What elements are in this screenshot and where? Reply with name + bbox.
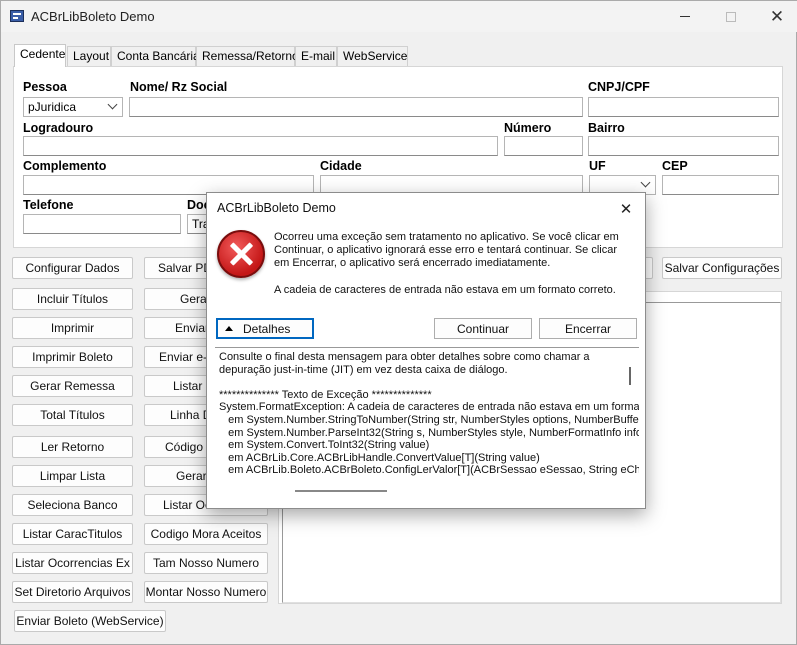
montar-nosso-numero-button[interactable]: Montar Nosso Numero — [144, 581, 268, 603]
tab-conta-bancaria[interactable]: Conta Bancária — [111, 46, 200, 66]
telefone-label: Telefone — [23, 198, 74, 212]
ler-retorno-button[interactable]: Ler Retorno — [12, 436, 133, 458]
numero-field[interactable] — [504, 136, 583, 156]
logradouro-field[interactable] — [23, 136, 498, 156]
seleciona-banco-button[interactable]: Seleciona Banco — [12, 494, 133, 516]
imprimir-boleto-button[interactable]: Imprimir Boleto — [12, 346, 133, 368]
limpar-lista-button[interactable]: Limpar Lista — [12, 465, 133, 487]
maximize-button[interactable] — [708, 1, 754, 32]
exception-dialog: ACBrLibBoleto Demo ✕ Ocorreu uma exceção… — [206, 192, 646, 509]
bairro-label: Bairro — [588, 121, 625, 135]
title-bar: ACBrLibBoleto Demo ✕ — [1, 1, 797, 32]
quit-button[interactable]: Encerrar — [539, 318, 637, 339]
salvar-configuracoes-button[interactable]: Salvar Configurações — [662, 257, 782, 279]
pessoa-value: pJuridica — [28, 100, 77, 114]
chevron-down-icon — [640, 177, 651, 188]
minimize-button[interactable] — [662, 1, 708, 32]
incluir-titulos-button[interactable]: Incluir Títulos — [12, 288, 133, 310]
tab-webservice[interactable]: WebService — [337, 46, 408, 66]
details-textbox[interactable]: Consulte o final desta mensagem para obt… — [215, 347, 639, 486]
close-button[interactable]: ✕ — [754, 1, 797, 32]
chevron-down-icon — [107, 99, 118, 110]
maximize-icon — [726, 11, 736, 22]
error-icon — [217, 230, 265, 278]
imprimir-button[interactable]: Imprimir — [12, 317, 133, 339]
numero-label: Número — [504, 121, 552, 135]
tab-email[interactable]: E-mail — [295, 46, 337, 66]
continue-button[interactable]: Continuar — [434, 318, 532, 339]
dialog-title: ACBrLibBoleto Demo — [217, 201, 336, 215]
dialog-close-button[interactable]: ✕ — [615, 198, 637, 220]
complemento-label: Complemento — [23, 159, 107, 173]
close-icon: ✕ — [619, 201, 633, 218]
pessoa-select[interactable]: pJuridica — [23, 97, 123, 117]
tab-remessa-retorno[interactable]: Remessa/Retorno — [196, 46, 299, 66]
tab-cedente[interactable]: Cedente — [14, 44, 66, 67]
cidade-label: Cidade — [320, 159, 362, 173]
gerar-remessa-button[interactable]: Gerar Remessa — [12, 375, 133, 397]
listar-carac-titulos-button[interactable]: Listar CaracTitulos — [12, 523, 133, 545]
uf-label: UF — [589, 159, 606, 173]
horizontal-scrollbar[interactable] — [295, 490, 387, 492]
listar-ocorrencias-ex-button[interactable]: Listar Ocorrencias Ex — [12, 552, 133, 574]
cnpj-field[interactable] — [588, 97, 779, 117]
details-button[interactable]: Detalhes — [216, 318, 314, 339]
pessoa-label: Pessoa — [23, 80, 67, 94]
total-titulos-button[interactable]: Total Títulos — [12, 404, 133, 426]
tam-nosso-numero-button[interactable]: Tam Nosso Numero — [144, 552, 268, 574]
codigo-mora-aceitos-button[interactable]: Codigo Mora Aceitos — [144, 523, 268, 545]
configurar-dados-button[interactable]: Configurar Dados — [12, 257, 133, 279]
minimize-icon — [680, 16, 690, 17]
window-title: ACBrLibBoleto Demo — [31, 9, 155, 24]
dialog-message: Ocorreu uma exceção sem tratamento no ap… — [274, 231, 619, 269]
vertical-scrollbar[interactable] — [629, 367, 631, 385]
nome-field[interactable] — [129, 97, 583, 117]
set-diretorio-arquivos-button[interactable]: Set Diretorio Arquivos — [12, 581, 133, 603]
dialog-error-message: A cadeia de caracteres de entrada não es… — [274, 284, 616, 296]
logradouro-label: Logradouro — [23, 121, 94, 135]
close-icon: ✕ — [769, 6, 785, 26]
bairro-field[interactable] — [588, 136, 779, 156]
details-label: Detalhes — [243, 321, 291, 336]
telefone-field[interactable] — [23, 214, 181, 234]
enviar-boleto-webservice-button[interactable]: Enviar Boleto (WebService) — [14, 610, 166, 632]
cep-label: CEP — [662, 159, 688, 173]
nome-label: Nome/ Rz Social — [130, 80, 228, 94]
cnpj-label: CNPJ/CPF — [588, 80, 650, 94]
app-icon — [10, 10, 24, 22]
tab-layout[interactable]: Layout — [67, 46, 111, 66]
details-text: Consulte o final desta mensagem para obt… — [219, 351, 639, 477]
collapse-arrow-icon — [225, 326, 233, 331]
cep-field[interactable] — [662, 175, 779, 195]
